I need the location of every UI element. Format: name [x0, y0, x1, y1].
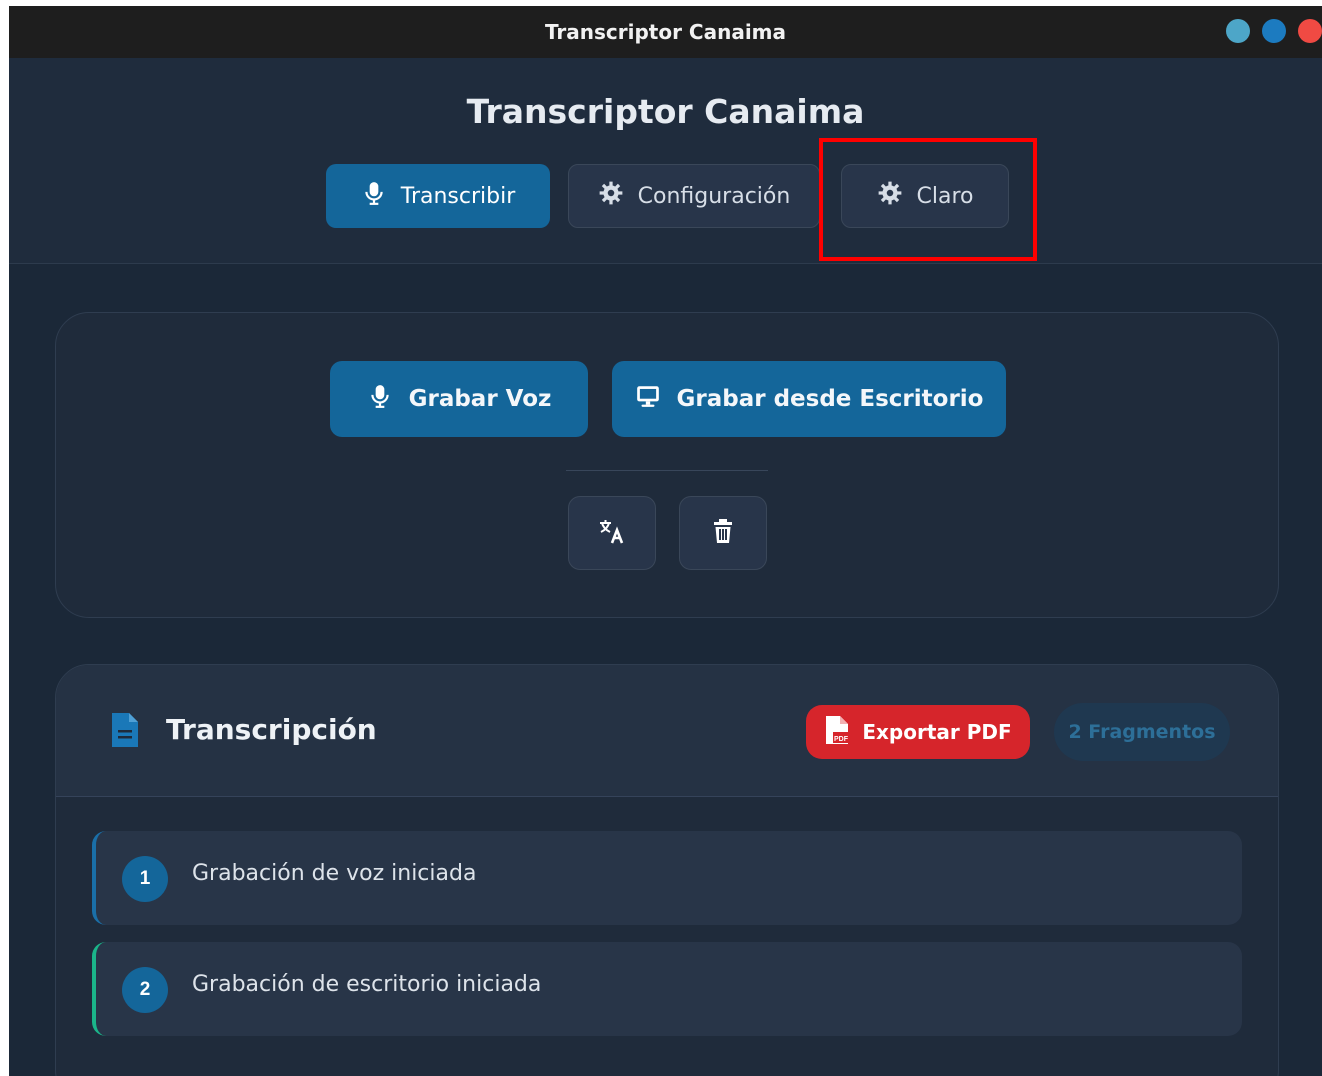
list-item[interactable]: 2 Grabación de escritorio iniciada: [92, 942, 1242, 1036]
microphone-icon: [361, 180, 387, 212]
desktop-icon: [635, 383, 661, 415]
window-title: Transcriptor Canaima: [544, 20, 787, 44]
export-pdf-button[interactable]: PDF Exportar PDF: [806, 705, 1030, 759]
record-panel: Grabar Voz Grabar desde Escritorio: [55, 312, 1279, 618]
title-bar: Transcriptor Canaima: [9, 6, 1322, 58]
pdf-file-icon: PDF: [824, 715, 850, 750]
tab-transcribir[interactable]: Transcribir: [326, 164, 550, 228]
transcription-panel: Transcripción PDF Exportar PDF 2 Fragmen…: [55, 664, 1279, 1076]
maximize-button[interactable]: [1262, 19, 1286, 43]
window-controls: [1226, 19, 1322, 43]
gear-icon: [877, 180, 903, 212]
fragment-text: Grabación de voz iniciada: [192, 861, 477, 886]
grabar-escritorio-button[interactable]: Grabar desde Escritorio: [612, 361, 1006, 437]
divider: [566, 470, 768, 471]
app-title: Transcriptor Canaima: [466, 92, 865, 131]
close-button[interactable]: [1298, 19, 1322, 43]
minimize-button[interactable]: [1226, 19, 1250, 43]
fragment-text: Grabación de escritorio iniciada: [192, 972, 542, 997]
translate-button[interactable]: [568, 496, 656, 570]
tab-label: Configuración: [637, 183, 791, 209]
app-window: Transcriptor Canaima Transcriptor Canaim…: [9, 6, 1322, 1076]
tab-label: Transcribir: [400, 183, 516, 209]
button-label: Grabar Voz: [408, 386, 552, 412]
transcription-header: Transcripción PDF Exportar PDF 2 Fragmen…: [56, 665, 1278, 797]
fragment-number: 2: [122, 967, 168, 1013]
button-label: Grabar desde Escritorio: [676, 386, 984, 412]
grabar-voz-button[interactable]: Grabar Voz: [330, 361, 588, 437]
list-item[interactable]: 1 Grabación de voz iniciada: [92, 831, 1242, 925]
tab-label: Claro: [916, 183, 974, 209]
translate-icon: [597, 516, 627, 551]
svg-text:PDF: PDF: [834, 736, 849, 743]
delete-button[interactable]: [679, 496, 767, 570]
trash-icon: [708, 516, 738, 551]
fragment-number: 1: [122, 856, 168, 902]
button-label: Exportar PDF: [862, 720, 1012, 744]
transcription-title: Transcripción: [166, 713, 377, 746]
app-header: Transcriptor Canaima Transcribir Configu…: [9, 58, 1322, 264]
theme-toggle-claro[interactable]: Claro: [841, 164, 1009, 228]
fragments-count-badge: 2 Fragmentos: [1054, 703, 1230, 761]
tab-configuracion[interactable]: Configuración: [568, 164, 820, 228]
document-icon: [110, 711, 140, 749]
gear-icon: [598, 180, 624, 212]
microphone-icon: [367, 383, 393, 415]
